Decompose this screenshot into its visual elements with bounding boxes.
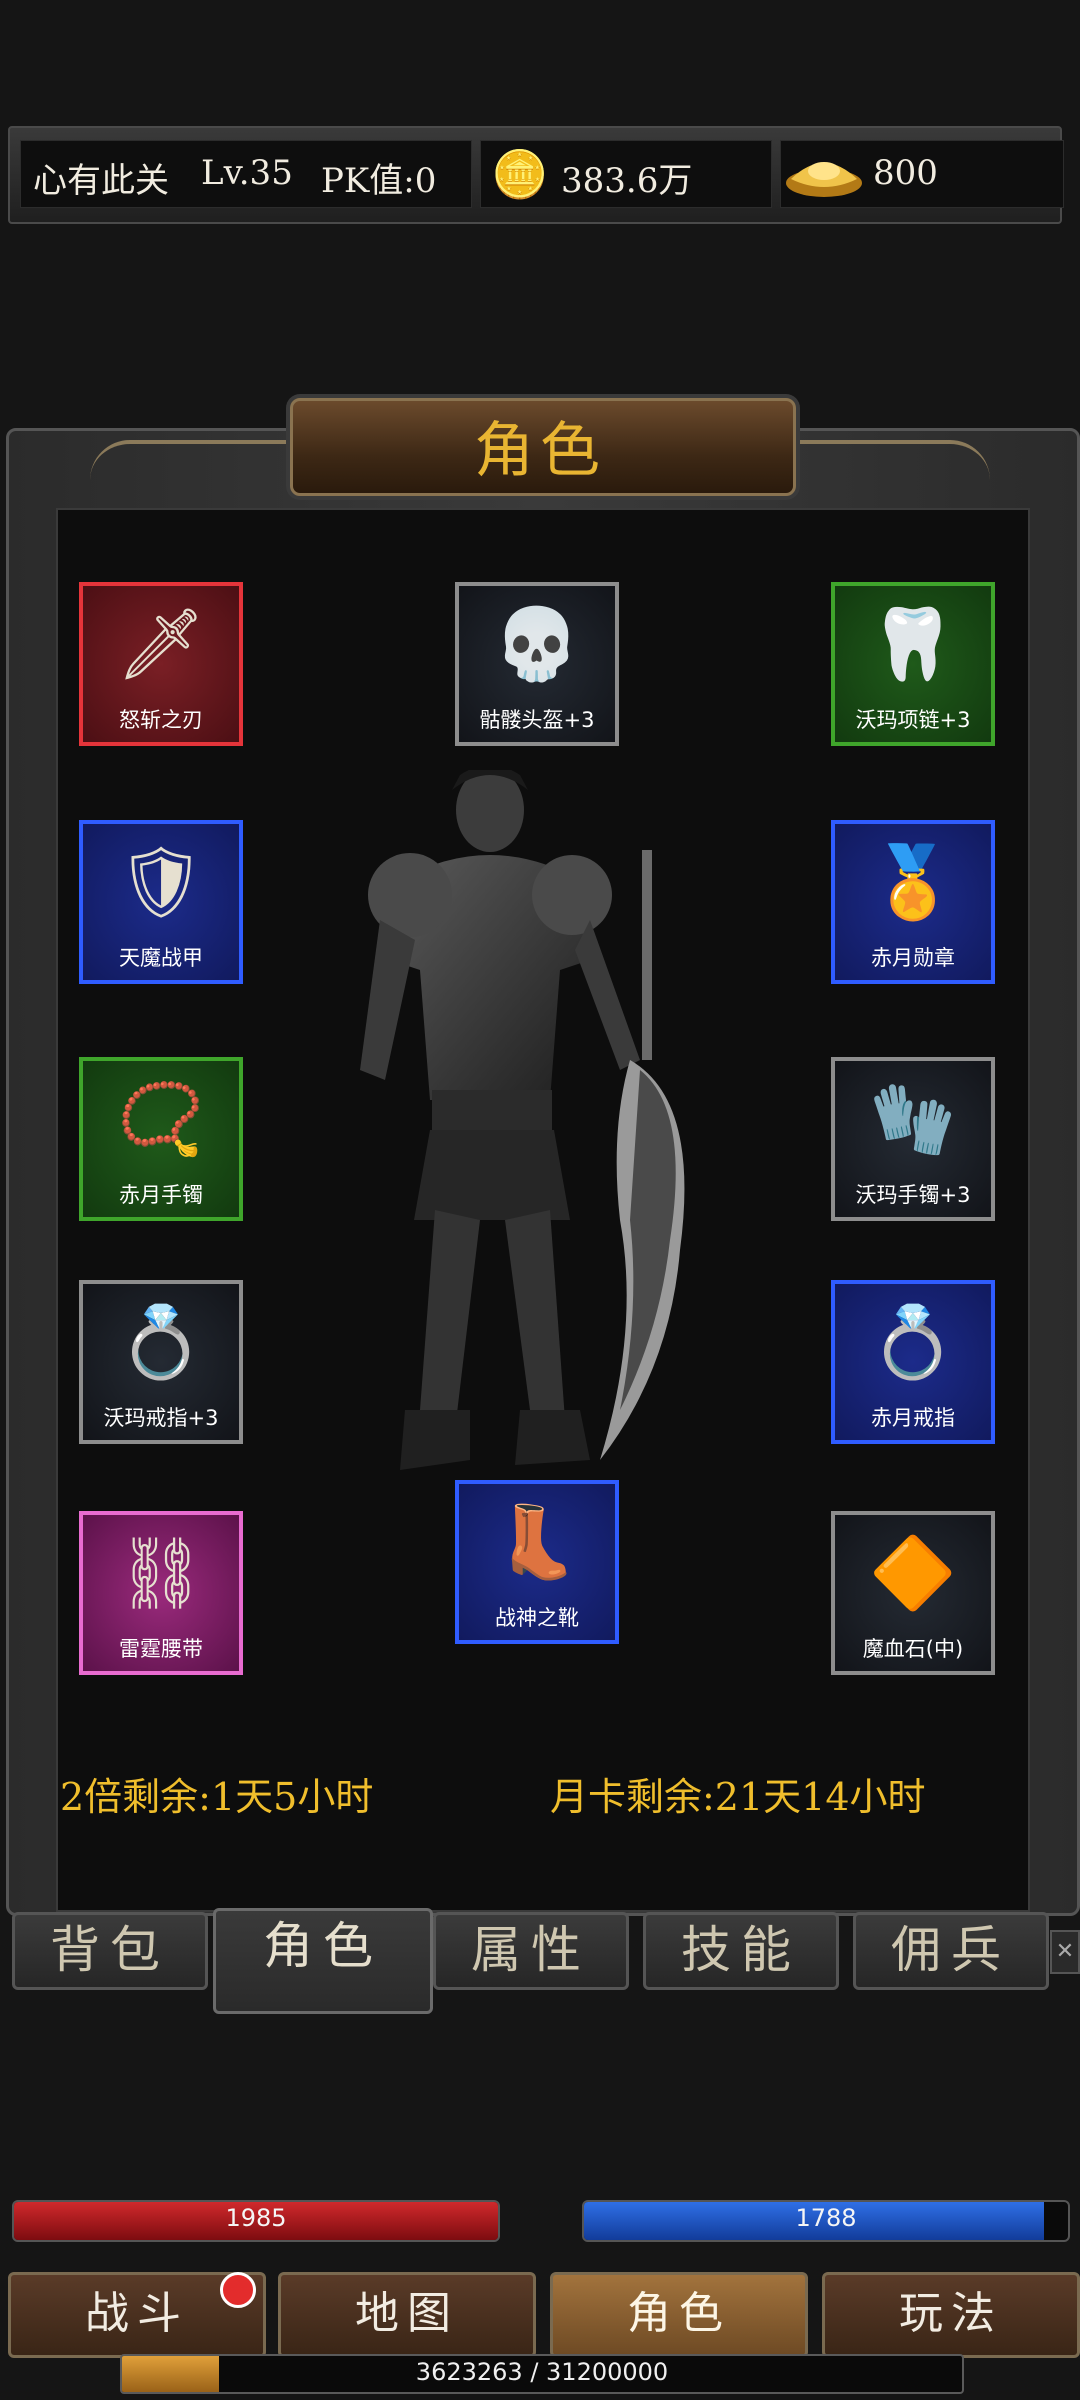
gold-cell: 🪙 383.6万 bbox=[480, 140, 772, 208]
equip-label: 骷髅头盔+3 bbox=[479, 708, 595, 732]
equip-slot-belt[interactable]: ⛓ 雷霆腰带 bbox=[79, 1511, 243, 1675]
equip-slot-ring-right[interactable]: 💍 赤月戒指 bbox=[831, 1280, 995, 1444]
tab-character[interactable]: 角色 bbox=[213, 1908, 433, 2014]
equip-slot-gem[interactable]: 🔶 魔血石(中) bbox=[831, 1511, 995, 1675]
player-name: 心有此关 bbox=[33, 161, 169, 201]
equip-slot-bracelet-left[interactable]: 📿 赤月手镯 bbox=[79, 1057, 243, 1221]
equip-label: 赤月勋章 bbox=[871, 946, 955, 970]
equip-label: 天魔战甲 bbox=[119, 946, 203, 970]
equip-slot-armor[interactable]: 🛡 天魔战甲 bbox=[79, 820, 243, 984]
player-level: Lv.35 bbox=[201, 153, 293, 193]
armor-icon: 🛡 bbox=[116, 841, 206, 923]
equip-slot-necklace[interactable]: 🦷 沃玛项链+3 bbox=[831, 582, 995, 746]
equip-label: 雷霆腰带 bbox=[119, 1637, 203, 1661]
month-card-remaining: 月卡剩余:21天14小时 bbox=[550, 1775, 926, 1819]
equip-slot-medal[interactable]: 🏅 赤月勋章 bbox=[831, 820, 995, 984]
player-status-bar: 心有此关 Lv.35 PK值:0 🪙 383.6万 800 bbox=[8, 126, 1064, 224]
tab-attributes[interactable]: 属性 bbox=[433, 1912, 629, 1990]
equip-slot-weapon[interactable]: 🗡 怒斩之刃 bbox=[79, 582, 243, 746]
equip-slot-boots[interactable]: 👢 战神之靴 bbox=[455, 1480, 619, 1644]
mp-bar: 1788 bbox=[582, 2200, 1070, 2242]
nav-character-button[interactable]: 角色 bbox=[550, 2272, 808, 2358]
dragon-ring-icon: 💍 bbox=[117, 1301, 205, 1383]
tab-skills[interactable]: 技能 bbox=[643, 1912, 839, 1990]
medal-icon: 🏅 bbox=[869, 841, 957, 923]
tab-bag[interactable]: 背包 bbox=[12, 1912, 208, 1990]
gold-amount: 383.6万 bbox=[561, 161, 693, 201]
equip-label: 魔血石(中) bbox=[862, 1637, 964, 1661]
double-exp-remaining: 2倍剩余:1天5小时 bbox=[60, 1775, 374, 1819]
panel-title: 角色 bbox=[474, 416, 606, 486]
title-ornament-left bbox=[90, 440, 300, 502]
player-info-cell: 心有此关 Lv.35 PK值:0 bbox=[20, 140, 472, 208]
equip-slot-bracelet-right[interactable]: 🧤 沃玛手镯+3 bbox=[831, 1057, 995, 1221]
equip-slot-helmet[interactable]: 💀 骷髅头盔+3 bbox=[455, 582, 619, 746]
bead-bracelet-icon: 📿 bbox=[117, 1078, 205, 1160]
gem-ring-icon: 💍 bbox=[869, 1301, 957, 1383]
gold-ingot-icon bbox=[781, 143, 867, 203]
hp-value: 1985 bbox=[225, 2204, 287, 2232]
nav-gameplay-button[interactable]: 玩法 bbox=[822, 2272, 1080, 2358]
player-pk-value: PK值:0 bbox=[321, 161, 437, 201]
blood-stone-icon: 🔶 bbox=[869, 1532, 957, 1614]
character-figure bbox=[340, 765, 740, 1490]
boots-icon: 👢 bbox=[493, 1501, 581, 1583]
experience-bar: 3623263 / 31200000 bbox=[120, 2354, 964, 2394]
equip-label: 沃玛戒指+3 bbox=[103, 1406, 219, 1430]
close-icon[interactable]: ✕ bbox=[1050, 1930, 1080, 1974]
equip-label: 沃玛项链+3 bbox=[855, 708, 971, 732]
axe-weapon-icon: 🗡 bbox=[116, 603, 206, 685]
belt-icon: ⛓ bbox=[116, 1532, 206, 1614]
mp-value: 1788 bbox=[795, 2204, 857, 2232]
notification-dot bbox=[220, 2272, 256, 2308]
ingot-cell: 800 bbox=[780, 140, 1064, 208]
skull-helmet-icon: 💀 bbox=[493, 603, 581, 685]
equip-label: 赤月手镯 bbox=[119, 1183, 203, 1207]
tab-mercenary[interactable]: 佣兵 bbox=[853, 1912, 1049, 1990]
hp-bar: 1985 bbox=[12, 2200, 500, 2242]
equip-label: 赤月戒指 bbox=[871, 1406, 955, 1430]
nav-map-button[interactable]: 地图 bbox=[278, 2272, 536, 2358]
gauntlet-icon: 🧤 bbox=[869, 1078, 957, 1160]
gold-coins-icon: 🪙 bbox=[491, 147, 549, 201]
ingot-amount: 800 bbox=[873, 153, 938, 193]
equip-label: 怒斩之刃 bbox=[119, 708, 203, 732]
equip-slot-ring-left[interactable]: 💍 沃玛戒指+3 bbox=[79, 1280, 243, 1444]
equip-label: 沃玛手镯+3 bbox=[855, 1183, 971, 1207]
experience-text: 3623263 / 31200000 bbox=[415, 2358, 669, 2386]
equip-label: 战神之靴 bbox=[495, 1606, 579, 1630]
fang-necklace-icon: 🦷 bbox=[869, 603, 957, 685]
title-ornament-right bbox=[780, 440, 990, 502]
